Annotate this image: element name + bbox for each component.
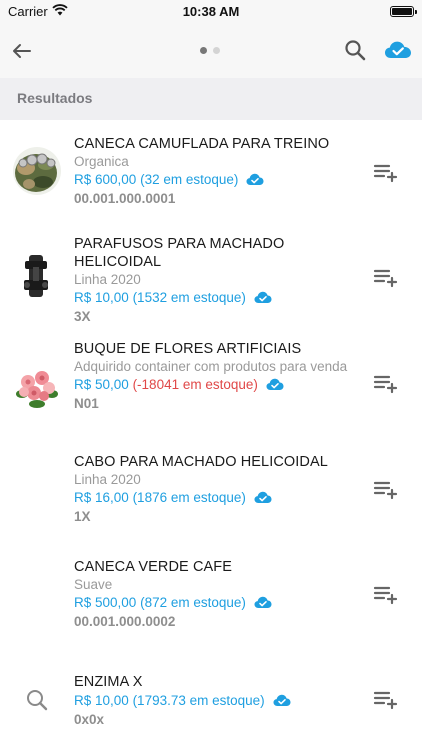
list-item[interactable]: CABO PARA MACHADO HELICOIDAL Linha 2020 … bbox=[0, 445, 422, 550]
item-price-line: R$ 10,00 (1793.73 em estoque) bbox=[74, 691, 366, 710]
item-price-line: R$ 10,00 (1532 em estoque) bbox=[74, 288, 366, 307]
add-to-list-icon[interactable] bbox=[372, 582, 400, 606]
sync-button[interactable] bbox=[384, 37, 412, 63]
axe-screws-image bbox=[24, 255, 48, 297]
list-item[interactable]: CANECA VERDE CAFE Suave R$ 500,00 (872 e… bbox=[0, 550, 422, 655]
item-name: CANECA VERDE CAFE bbox=[74, 559, 233, 575]
item-name: PARAFUSOS PARA MACHADO HELICOIDAL bbox=[74, 236, 285, 270]
item-stock-negative: (-18041 em estoque) bbox=[132, 377, 258, 392]
item-stock: (872 em estoque) bbox=[140, 595, 246, 610]
search-icon bbox=[345, 40, 366, 61]
item-price: R$ 10,00 bbox=[74, 290, 129, 305]
item-price-line: R$ 16,00 (1876 em estoque) bbox=[74, 488, 366, 507]
item-price-line: R$ 50,00 (-18041 em estoque) bbox=[74, 375, 366, 394]
item-price: R$ 500,00 bbox=[74, 595, 137, 610]
page-dot bbox=[213, 47, 220, 54]
section-header: Resultados bbox=[0, 78, 422, 120]
add-to-list-icon[interactable] bbox=[372, 160, 400, 184]
search-button[interactable] bbox=[342, 37, 368, 63]
item-subtitle: Linha 2020 bbox=[74, 272, 141, 287]
page-indicator bbox=[198, 47, 224, 55]
cloud-check-icon bbox=[254, 491, 272, 503]
item-stock: (32 em estoque) bbox=[140, 172, 239, 187]
item-price: R$ 16,00 bbox=[74, 490, 129, 505]
item-code: 0x0x bbox=[74, 712, 105, 727]
cloud-check-icon bbox=[266, 378, 284, 390]
list-item[interactable]: CANECA CAMUFLADA PARA TREINO Organica R$… bbox=[0, 120, 422, 225]
item-code: 3X bbox=[74, 309, 91, 324]
item-code: 1X bbox=[74, 509, 91, 524]
item-code: 00.001.000.0002 bbox=[74, 614, 176, 629]
item-subtitle: Suave bbox=[74, 577, 113, 592]
add-to-list-icon[interactable] bbox=[372, 687, 400, 711]
item-price: R$ 600,00 bbox=[74, 172, 137, 187]
battery-icon bbox=[390, 6, 417, 17]
item-name: CABO PARA MACHADO HELICOIDAL bbox=[74, 454, 328, 470]
search-icon bbox=[27, 690, 48, 711]
cloud-check-icon bbox=[246, 173, 264, 185]
back-button[interactable] bbox=[8, 37, 36, 65]
item-stock: (1532 em estoque) bbox=[132, 290, 246, 305]
flower-bouquet-image bbox=[16, 371, 58, 408]
arrow-left-icon bbox=[13, 44, 31, 58]
status-time: 10:38 AM bbox=[182, 4, 240, 19]
add-to-list-icon[interactable] bbox=[372, 371, 400, 395]
list-item[interactable]: ENZIMA X R$ 10,00 (1793.73 em estoque) 0… bbox=[0, 655, 422, 750]
cloud-check-icon bbox=[254, 291, 272, 303]
item-price-line: R$ 500,00 (872 em estoque) bbox=[74, 593, 366, 612]
item-name: CANECA CAMUFLADA PARA TREINO bbox=[74, 136, 330, 152]
section-title: Resultados bbox=[17, 90, 93, 106]
item-stock: (1793.73 em estoque) bbox=[132, 693, 265, 708]
list-item[interactable]: BUQUE DE FLORES ARTIFICIAIS Adquirido co… bbox=[0, 330, 422, 445]
item-subtitle: Organica bbox=[74, 154, 129, 169]
add-to-list-icon[interactable] bbox=[372, 265, 400, 289]
cloud-check-icon bbox=[385, 41, 411, 58]
item-price-line: R$ 600,00 (32 em estoque) bbox=[74, 170, 366, 189]
item-code: 00.001.000.0001 bbox=[74, 191, 176, 206]
cloud-check-icon bbox=[254, 596, 272, 608]
list-item[interactable]: PARAFUSOS PARA MACHADO HELICOIDAL Linha … bbox=[0, 225, 422, 330]
status-bar: Carrier 10:38 AM bbox=[0, 0, 422, 24]
item-subtitle: Adquirido container com produtos para ve… bbox=[74, 359, 348, 374]
page-dot-active bbox=[200, 47, 207, 54]
navigation-bar bbox=[0, 24, 422, 78]
item-code: N01 bbox=[74, 396, 99, 411]
item-name: ENZIMA X bbox=[74, 674, 143, 690]
item-stock: (1876 em estoque) bbox=[132, 490, 246, 505]
cloud-check-icon bbox=[273, 694, 291, 706]
camo-mug-image bbox=[13, 147, 61, 195]
item-price: R$ 10,00 bbox=[74, 693, 129, 708]
item-name: BUQUE DE FLORES ARTIFICIAIS bbox=[74, 341, 302, 357]
add-to-list-icon[interactable] bbox=[372, 477, 400, 501]
item-subtitle: Linha 2020 bbox=[74, 472, 141, 487]
item-price: R$ 50,00 bbox=[74, 377, 129, 392]
